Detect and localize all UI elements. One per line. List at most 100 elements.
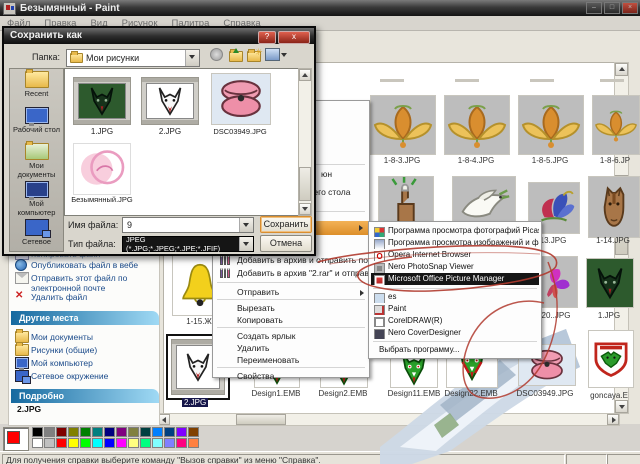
up-one-level-button[interactable] bbox=[229, 48, 244, 62]
task-publish-file[interactable]: Опубликовать файл в вебе bbox=[15, 259, 138, 271]
open-with-choose-program[interactable]: Выбрать программу... bbox=[371, 344, 539, 356]
new-folder-button[interactable]: ✳ bbox=[247, 47, 263, 62]
save-as-dialog: Сохранить как ? x Папка: Мои рисунки ✳ R… bbox=[2, 26, 316, 256]
palette-color[interactable] bbox=[116, 427, 127, 437]
cancel-button[interactable]: Отмена bbox=[260, 235, 312, 252]
palette-color[interactable] bbox=[164, 438, 175, 448]
explorer-horizontal-scrollbar[interactable] bbox=[157, 413, 620, 426]
thumbnail-1-14[interactable] bbox=[588, 176, 640, 238]
dialog-close-button[interactable]: x bbox=[278, 30, 310, 44]
open-with-opera[interactable]: Opera Internet Browser bbox=[371, 249, 539, 261]
context-item-send-to[interactable]: Отправить bbox=[237, 287, 279, 297]
open-with-ms-office-picture-manager[interactable]: Microsoft Office Picture Manager bbox=[371, 273, 539, 285]
palette-color[interactable] bbox=[68, 438, 79, 448]
file-dsc03949[interactable] bbox=[211, 73, 271, 125]
thumbnail-1-8-6[interactable] bbox=[592, 95, 640, 155]
palette-color[interactable] bbox=[56, 438, 67, 448]
palette-color[interactable] bbox=[164, 427, 175, 437]
palette-color[interactable] bbox=[92, 427, 103, 437]
close-button[interactable]: × bbox=[622, 2, 638, 14]
palette-color[interactable] bbox=[104, 438, 115, 448]
thumbnail-1-8-5[interactable] bbox=[518, 95, 584, 155]
folder-combobox[interactable]: Мои рисунки bbox=[66, 49, 200, 67]
palette-color[interactable] bbox=[176, 427, 187, 437]
palette-color[interactable] bbox=[116, 438, 127, 448]
palette-color[interactable] bbox=[80, 438, 91, 448]
task-delete-file[interactable]: ✕ Удалить файл bbox=[15, 291, 87, 303]
palette-color[interactable] bbox=[44, 438, 55, 448]
open-with-nero-coverdesigner[interactable]: Nero CoverDesigner bbox=[371, 327, 539, 339]
palette-color[interactable] bbox=[32, 427, 43, 437]
thumbnail-1-8-3[interactable] bbox=[370, 95, 436, 155]
details-header[interactable]: Подробно bbox=[11, 389, 159, 403]
open-with-nero-photosnap[interactable]: Nero PhotoSnap Viewer bbox=[371, 261, 539, 273]
context-item-delete[interactable]: Удалить bbox=[237, 343, 269, 353]
view-menu-button[interactable] bbox=[265, 48, 287, 62]
chevron-down-icon[interactable] bbox=[239, 218, 253, 232]
palette-color[interactable] bbox=[140, 427, 151, 437]
palette-color[interactable] bbox=[176, 438, 187, 448]
maximize-button[interactable]: □ bbox=[604, 2, 620, 14]
palette-color[interactable] bbox=[56, 427, 67, 437]
open-with-coreldraw[interactable]: CorelDRAW(R) bbox=[371, 315, 539, 327]
dialog-help-button[interactable]: ? bbox=[258, 30, 276, 44]
place-my-documents[interactable]: Мои документы bbox=[10, 141, 63, 179]
thumbnail-goncaya[interactable] bbox=[588, 330, 634, 388]
palette-color[interactable] bbox=[44, 427, 55, 437]
status-bar: Для получения справки выберите команду "… bbox=[0, 451, 640, 464]
status-cell bbox=[607, 454, 640, 464]
minimize-button[interactable]: – bbox=[586, 2, 602, 14]
palette-color[interactable] bbox=[104, 427, 115, 437]
context-item-create-shortcut[interactable]: Создать ярлык bbox=[237, 331, 296, 341]
place-network[interactable]: Сетевое окружение bbox=[15, 370, 108, 384]
thumbnail-1-20[interactable] bbox=[536, 256, 578, 308]
file-2jpg[interactable] bbox=[141, 77, 199, 125]
thumbnail-1[interactable] bbox=[586, 258, 634, 308]
place-my-computer[interactable]: Мой компьютер bbox=[15, 357, 93, 371]
palette-color[interactable] bbox=[128, 427, 139, 437]
back-button[interactable] bbox=[210, 48, 225, 62]
context-item-copy[interactable]: Копировать bbox=[237, 315, 283, 325]
place-network[interactable]: Сетевое bbox=[10, 219, 63, 246]
filename-input[interactable]: 9 bbox=[122, 217, 254, 233]
palette-color[interactable] bbox=[128, 438, 139, 448]
open-with-picasa[interactable]: Программа просмотра фотографий Picasa Ph… bbox=[371, 225, 539, 237]
winrar-icon bbox=[220, 268, 231, 278]
paint-window: Безымянный - Paint – □ × Файл Правка Вид… bbox=[0, 0, 640, 464]
place-recent[interactable]: Recent bbox=[10, 69, 63, 98]
thumbnail-1-8-4[interactable] bbox=[444, 95, 510, 155]
open-with-image-fax-viewer[interactable]: Программа просмотра изображений и факсов bbox=[371, 237, 539, 249]
context-item-properties[interactable]: Свойства bbox=[237, 371, 274, 381]
palette-color[interactable] bbox=[32, 438, 43, 448]
palette-color[interactable] bbox=[140, 438, 151, 448]
task-email-file[interactable]: Отправить этот файл по электронной почте bbox=[15, 272, 136, 293]
file-label: 1.JPG bbox=[90, 127, 114, 136]
submenu-arrow-icon bbox=[360, 290, 364, 296]
picasa-icon bbox=[374, 226, 385, 237]
file-untitled[interactable] bbox=[73, 143, 131, 195]
palette-color[interactable] bbox=[152, 438, 163, 448]
file-list-scrollbar[interactable] bbox=[298, 68, 312, 216]
opera-icon bbox=[374, 250, 385, 261]
place-my-computer[interactable]: Мой компьютер bbox=[10, 181, 63, 217]
palette-color[interactable] bbox=[92, 438, 103, 448]
palette-color[interactable] bbox=[80, 427, 91, 437]
place-shared-pictures[interactable]: Рисунки (общие) bbox=[15, 342, 97, 356]
palette-color[interactable] bbox=[68, 427, 79, 437]
save-button[interactable]: Сохранить bbox=[260, 216, 312, 233]
palette-color[interactable] bbox=[188, 438, 199, 448]
context-item-rename[interactable]: Переименовать bbox=[237, 355, 299, 365]
other-places-header[interactable]: Другие места bbox=[11, 311, 159, 325]
context-item-cut[interactable]: Вырезать bbox=[237, 303, 275, 313]
chevron-down-icon[interactable] bbox=[239, 237, 253, 251]
file-label: DSC03949.JPG bbox=[213, 127, 267, 136]
open-with-es[interactable]: es bbox=[371, 291, 539, 303]
place-desktop[interactable]: Рабочий стол bbox=[10, 107, 63, 134]
file-1jpg[interactable] bbox=[73, 77, 131, 125]
chevron-down-icon[interactable] bbox=[185, 50, 199, 66]
place-my-documents[interactable]: Мои документы bbox=[15, 329, 93, 343]
filetype-select[interactable]: JPEG (*.JPG;*.JPEG;*.JPE;*.JFIF) bbox=[122, 235, 254, 253]
open-with-paint[interactable]: Paint bbox=[371, 303, 539, 315]
palette-color[interactable] bbox=[152, 427, 163, 437]
palette-color[interactable] bbox=[188, 427, 199, 437]
